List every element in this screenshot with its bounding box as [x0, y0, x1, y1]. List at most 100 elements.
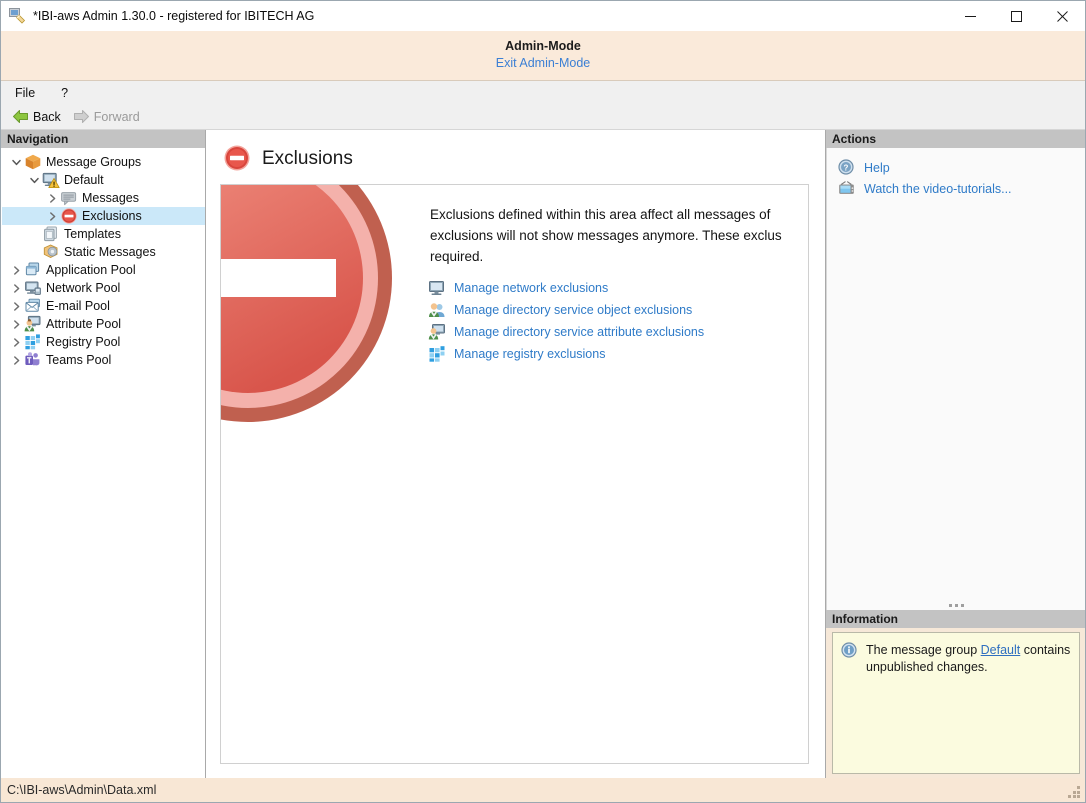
nav-item-label: Teams Pool [46, 353, 112, 367]
chevron-right-icon[interactable] [8, 333, 24, 351]
status-bar: C:\IBI-aws\Admin\Data.xml [1, 778, 1085, 802]
info-text-before: The message group [866, 643, 981, 657]
network-pool-icon [24, 279, 42, 297]
exit-admin-mode-link[interactable]: Exit Admin-Mode [496, 54, 590, 72]
admin-mode-title: Admin-Mode [505, 39, 581, 53]
navigation-tree[interactable]: Message Groups Default Messages Exclusions T… [1, 148, 205, 778]
application-pool-icon [24, 261, 42, 279]
link-label[interactable]: Manage directory service attribute exclu… [454, 325, 704, 339]
actions-header: Actions [826, 130, 1085, 148]
users-icon [428, 301, 446, 319]
nav-item-registry-pool[interactable]: Registry Pool [2, 333, 205, 351]
chevron-right-icon[interactable] [8, 351, 24, 369]
video-icon [838, 180, 856, 198]
forward-label: Forward [93, 109, 140, 124]
nav-item-templates[interactable]: Templates [2, 225, 205, 243]
nav-item-network-pool[interactable]: Network Pool [2, 279, 205, 297]
nav-item-attribute-pool[interactable]: Attribute Pool [2, 315, 205, 333]
information-pane: Information The message group Default co… [826, 610, 1085, 778]
resize-grip[interactable] [1068, 786, 1081, 799]
app-icon [8, 7, 26, 25]
menu-bar: File ? [1, 81, 1085, 104]
nav-item-static-messages[interactable]: Static Messages [2, 243, 205, 261]
nav-item-teams-pool[interactable]: Teams Pool [2, 351, 205, 369]
nav-item-e-mail-pool[interactable]: E-mail Pool [2, 297, 205, 315]
page-title: Exclusions [262, 148, 353, 169]
chevron-right-icon[interactable] [8, 279, 24, 297]
nav-item-default[interactable]: Default [2, 171, 205, 189]
nav-item-message-groups[interactable]: Message Groups [2, 153, 205, 171]
forward-arrow-icon [73, 109, 90, 124]
link-manage-ds-object-exclusions[interactable]: Manage directory service object exclusio… [428, 299, 704, 321]
exclusion-links: Manage network exclusions Manage directo… [428, 277, 704, 365]
chevron-right-icon[interactable] [8, 297, 24, 315]
user-monitor-icon [428, 323, 446, 341]
title-bar: *IBI-aws Admin 1.30.0 - registered for I… [1, 1, 1085, 31]
navigation-toolbar: Back Forward [1, 104, 1085, 130]
link-manage-ds-attribute-exclusions[interactable]: Manage directory service attribute exclu… [428, 321, 704, 343]
nav-item-exclusions[interactable]: Exclusions [2, 207, 205, 225]
description-text: Exclusions defined within this area affe… [430, 204, 808, 267]
action-label[interactable]: Help [864, 161, 890, 175]
link-manage-network-exclusions[interactable]: Manage network exclusions [428, 277, 704, 299]
nav-item-messages[interactable]: Messages [2, 189, 205, 207]
minimize-button[interactable] [947, 1, 993, 31]
close-button[interactable] [1039, 1, 1085, 31]
window-controls [947, 1, 1085, 31]
information-body: The message group Default contains unpub… [832, 632, 1080, 774]
forward-button[interactable]: Forward [69, 108, 144, 125]
back-button[interactable]: Back [8, 108, 65, 125]
content-body: Exclusions defined within this area affe… [220, 184, 809, 764]
monitor-icon [428, 279, 446, 297]
link-manage-registry-exclusions[interactable]: Manage registry exclusions [428, 343, 704, 365]
nav-item-label: Templates [64, 227, 121, 241]
right-column: Actions ? Help Watch the video-tutorials… [826, 130, 1085, 778]
nav-item-label: Message Groups [46, 155, 142, 169]
maximize-button[interactable] [993, 1, 1039, 31]
menu-help[interactable]: ? [58, 84, 71, 102]
description-line-3: required. [430, 249, 484, 264]
nav-item-label: Network Pool [46, 281, 121, 295]
nav-item-label: Default [64, 173, 104, 187]
help-icon: ? [838, 158, 856, 177]
info-message-group-link[interactable]: Default [981, 643, 1021, 657]
chevron-down-icon[interactable] [8, 153, 24, 171]
attribute-pool-icon [24, 315, 42, 333]
link-label[interactable]: Manage registry exclusions [454, 347, 605, 361]
chevron-down-icon[interactable] [26, 171, 42, 189]
description-line-1: Exclusions defined within this area affe… [430, 207, 771, 222]
link-label[interactable]: Manage network exclusions [454, 281, 608, 295]
admin-mode-banner: Admin-Mode Exit Admin-Mode [1, 31, 1085, 81]
information-text: The message group Default contains unpub… [866, 642, 1071, 676]
chevron-right-icon[interactable] [44, 207, 60, 225]
pane-splitter[interactable] [826, 601, 1085, 610]
link-label[interactable]: Manage directory service object exclusio… [454, 303, 692, 317]
window-title: *IBI-aws Admin 1.30.0 - registered for I… [33, 9, 315, 23]
back-arrow-icon [12, 109, 29, 124]
templates-icon [42, 225, 60, 243]
no-entry-icon [223, 144, 251, 175]
email-pool-icon [24, 297, 42, 315]
description-line-2: exclusions will not show messages anymor… [430, 228, 782, 243]
action-help[interactable]: ? Help [827, 157, 1085, 178]
action-video-tutorials[interactable]: Watch the video-tutorials... [827, 178, 1085, 199]
menu-file[interactable]: File [12, 84, 38, 102]
content-header: Exclusions [220, 142, 809, 176]
registry-pool-icon [24, 333, 42, 351]
nav-item-label: Static Messages [64, 245, 156, 259]
chevron-right-icon[interactable] [8, 261, 24, 279]
no-entry-icon [60, 207, 78, 225]
message-bubble-icon [60, 189, 78, 207]
chevron-right-icon[interactable] [8, 315, 24, 333]
back-label: Back [33, 109, 61, 124]
navigation-header: Navigation [1, 130, 205, 148]
chevron-right-icon[interactable] [44, 189, 60, 207]
static-messages-icon [42, 243, 60, 261]
registry-icon [428, 345, 446, 363]
no-entry-sign-graphic [221, 185, 393, 423]
actions-body: ? Help Watch the video-tutorials... [826, 148, 1085, 601]
nav-item-application-pool[interactable]: Application Pool [2, 261, 205, 279]
action-label[interactable]: Watch the video-tutorials... [864, 182, 1012, 196]
